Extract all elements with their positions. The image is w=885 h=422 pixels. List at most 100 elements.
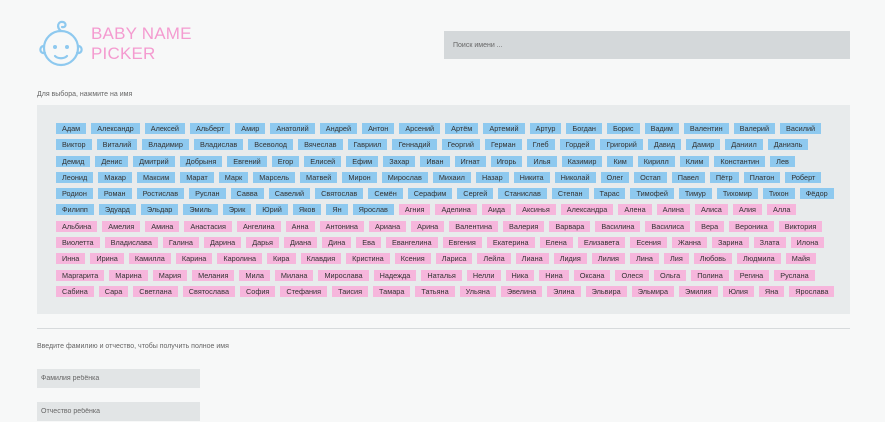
boy-name-tag[interactable]: Серафим <box>407 188 453 200</box>
girl-name-tag[interactable]: Лидия <box>553 253 587 265</box>
girl-name-tag[interactable]: Анастасия <box>184 220 232 232</box>
girl-name-tag[interactable]: Маргарита <box>56 269 105 281</box>
boy-name-tag[interactable]: Алексей <box>144 123 185 134</box>
girl-name-tag[interactable]: Илона <box>790 237 825 249</box>
girl-name-tag[interactable]: Владислава <box>104 237 158 249</box>
girl-name-tag[interactable]: Элина <box>547 285 581 297</box>
boy-name-tag[interactable]: Казимир <box>561 155 603 167</box>
boy-name-tag[interactable]: Дмитрий <box>133 155 175 167</box>
boy-name-tag[interactable]: Игнат <box>454 155 486 167</box>
girl-name-tag[interactable]: Ульяна <box>459 285 496 297</box>
boy-name-tag[interactable]: Леонид <box>56 171 94 183</box>
girl-name-tag[interactable]: Алина <box>656 204 690 216</box>
girl-name-tag[interactable]: Дарина <box>203 237 242 249</box>
boy-name-tag[interactable]: Альберт <box>189 123 231 134</box>
boy-name-tag[interactable]: Давид <box>647 139 682 151</box>
boy-name-tag[interactable]: Илья <box>527 155 557 167</box>
girl-name-tag[interactable]: Евангелина <box>386 237 438 249</box>
boy-name-tag[interactable]: Тихомир <box>716 188 758 200</box>
boy-name-tag[interactable]: Кирилл <box>637 155 675 167</box>
girl-name-tag[interactable]: Любовь <box>693 253 732 265</box>
girl-name-tag[interactable]: Александра <box>560 204 614 216</box>
girl-name-tag[interactable]: Диана <box>284 237 318 249</box>
boy-name-tag[interactable]: Остап <box>634 171 667 183</box>
girl-name-tag[interactable]: Ангелина <box>236 220 281 232</box>
girl-name-tag[interactable]: Елена <box>539 237 573 249</box>
boy-name-tag[interactable]: Савва <box>230 188 264 200</box>
girl-name-tag[interactable]: Олеся <box>615 269 649 281</box>
boy-name-tag[interactable]: Герман <box>484 139 522 151</box>
boy-name-tag[interactable]: Семён <box>368 188 403 200</box>
boy-name-tag[interactable]: Михаил <box>432 171 471 183</box>
boy-name-tag[interactable]: Макар <box>98 171 132 183</box>
boy-name-tag[interactable]: Георгий <box>441 139 480 151</box>
boy-name-tag[interactable]: Олег <box>600 171 630 183</box>
boy-name-tag[interactable]: Никита <box>513 171 550 183</box>
girl-name-tag[interactable]: Марина <box>109 269 148 281</box>
girl-name-tag[interactable]: Ярослава <box>789 285 835 297</box>
boy-name-tag[interactable]: Ярослав <box>352 204 394 216</box>
surname-field[interactable] <box>37 369 200 388</box>
boy-name-tag[interactable]: Иван <box>420 155 450 167</box>
boy-name-tag[interactable]: Тарас <box>593 188 626 200</box>
boy-name-tag[interactable]: Добрыня <box>179 155 223 167</box>
boy-name-tag[interactable]: Тимофей <box>630 188 674 200</box>
girl-name-tag[interactable]: Таисия <box>332 285 369 297</box>
boy-name-tag[interactable]: Геннадий <box>392 139 437 151</box>
patronymic-field[interactable] <box>37 402 200 421</box>
boy-name-tag[interactable]: Елисей <box>304 155 342 167</box>
girl-name-tag[interactable]: Нелли <box>466 269 501 281</box>
boy-name-tag[interactable]: Григорий <box>600 139 643 151</box>
boy-name-tag[interactable]: Андрей <box>319 123 358 134</box>
girl-name-tag[interactable]: Вероника <box>729 220 774 232</box>
girl-name-tag[interactable]: Валерия <box>503 220 545 232</box>
boy-name-tag[interactable]: Владислав <box>193 139 244 151</box>
boy-name-tag[interactable]: Степан <box>551 188 589 200</box>
boy-name-tag[interactable]: Станислав <box>498 188 547 200</box>
girl-name-tag[interactable]: Кристина <box>346 253 390 265</box>
boy-name-tag[interactable]: Дамир <box>686 139 721 151</box>
girl-name-tag[interactable]: Лариса <box>435 253 473 265</box>
boy-name-tag[interactable]: Гордей <box>559 139 596 151</box>
girl-name-tag[interactable]: Юлия <box>722 285 754 297</box>
boy-name-tag[interactable]: Богдан <box>566 123 602 134</box>
girl-name-tag[interactable]: Карина <box>175 253 213 265</box>
girl-name-tag[interactable]: Яна <box>758 285 785 297</box>
girl-name-tag[interactable]: Каролина <box>217 253 263 265</box>
boy-name-tag[interactable]: Сергей <box>457 188 494 200</box>
girl-name-tag[interactable]: Тамара <box>373 285 411 297</box>
boy-name-tag[interactable]: Валентин <box>683 123 729 134</box>
boy-name-tag[interactable]: Филипп <box>56 204 94 216</box>
girl-name-tag[interactable]: Дарья <box>246 237 279 249</box>
girl-name-tag[interactable]: Ева <box>356 237 382 249</box>
boy-name-tag[interactable]: Фёдор <box>799 188 834 200</box>
girl-name-tag[interactable]: Оксана <box>573 269 611 281</box>
girl-name-tag[interactable]: Альбина <box>56 220 98 232</box>
boy-name-tag[interactable]: Артемий <box>483 123 525 134</box>
girl-name-tag[interactable]: Лилия <box>591 253 625 265</box>
boy-name-tag[interactable]: Егор <box>271 155 300 167</box>
girl-name-tag[interactable]: Мирослава <box>318 269 369 281</box>
girl-name-tag[interactable]: Агния <box>398 204 431 216</box>
girl-name-tag[interactable]: Клавдия <box>300 253 342 265</box>
boy-name-tag[interactable]: Марсель <box>253 171 296 183</box>
girl-name-tag[interactable]: Зарина <box>711 237 749 249</box>
boy-name-tag[interactable]: Анатолий <box>270 123 315 134</box>
boy-name-tag[interactable]: Глеб <box>526 139 555 151</box>
girl-name-tag[interactable]: Милана <box>274 269 314 281</box>
girl-name-tag[interactable]: Эвелина <box>500 285 543 297</box>
boy-name-tag[interactable]: Вячеслав <box>298 139 343 151</box>
search-input[interactable] <box>444 31 850 59</box>
boy-name-tag[interactable]: Александр <box>91 123 140 134</box>
boy-name-tag[interactable]: Виктор <box>56 139 92 151</box>
boy-name-tag[interactable]: Савелий <box>268 188 311 200</box>
boy-name-tag[interactable]: Мирослав <box>381 171 428 183</box>
boy-name-tag[interactable]: Борис <box>606 123 640 134</box>
girl-name-tag[interactable]: Полина <box>691 269 729 281</box>
girl-name-tag[interactable]: Арина <box>411 220 445 232</box>
girl-name-tag[interactable]: Алла <box>767 204 797 216</box>
girl-name-tag[interactable]: Антонина <box>319 220 364 232</box>
boy-name-tag[interactable]: Евгений <box>227 155 267 167</box>
boy-name-tag[interactable]: Константин <box>714 155 766 167</box>
girl-name-tag[interactable]: Лия <box>663 253 689 265</box>
